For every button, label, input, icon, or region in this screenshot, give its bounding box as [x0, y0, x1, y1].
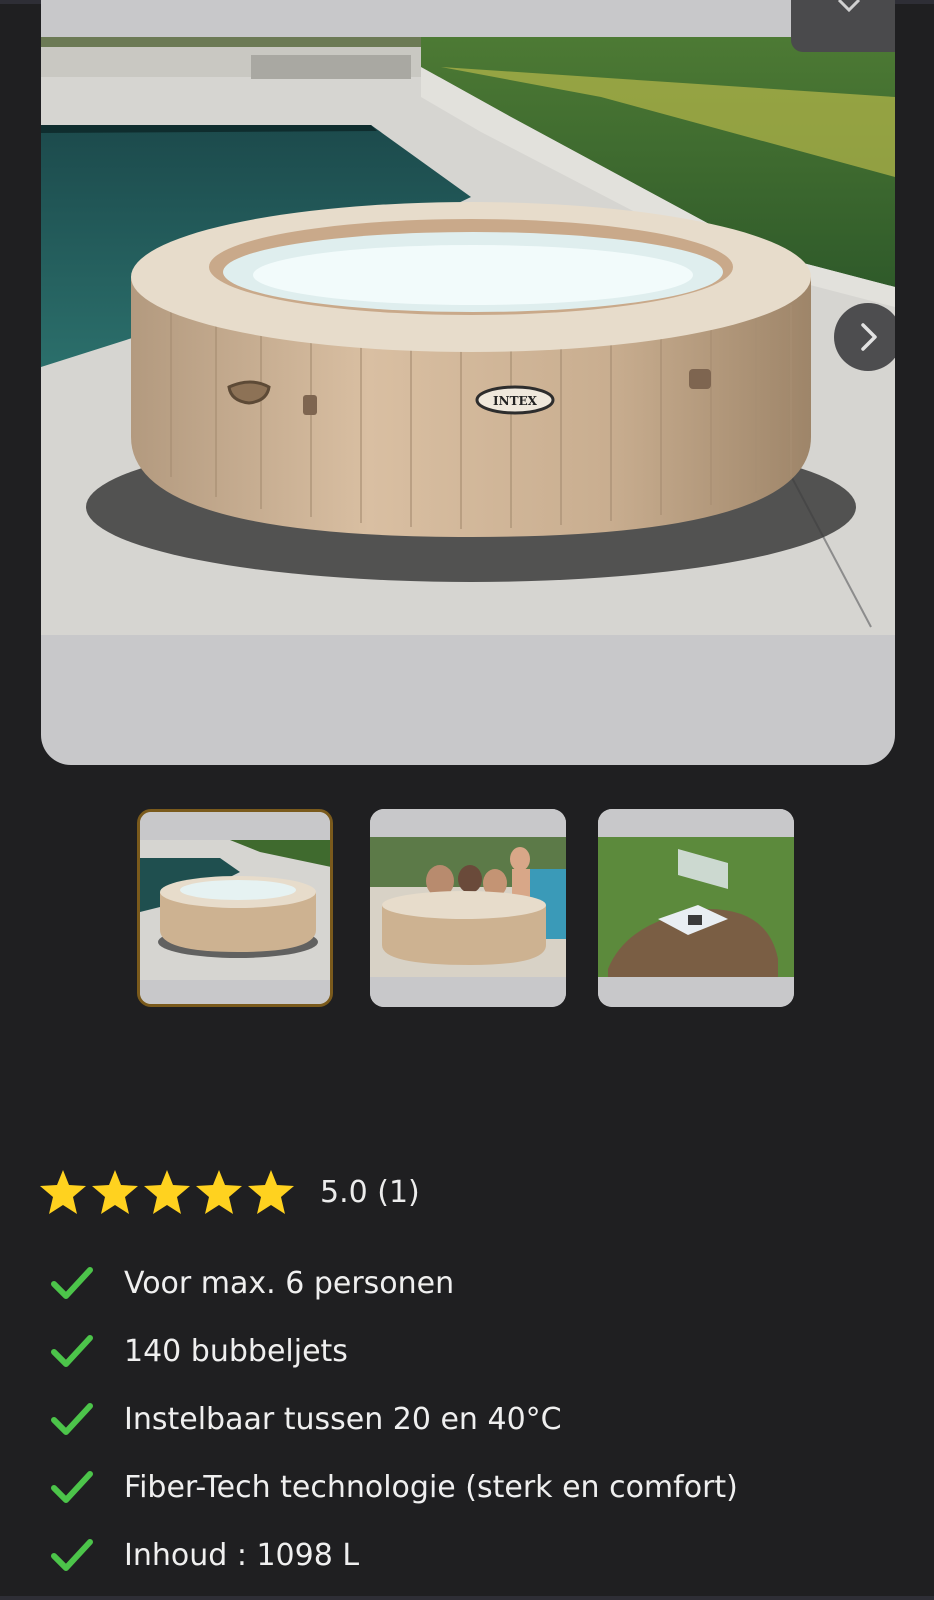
- product-gallery: INTEX: [41, 0, 895, 765]
- star-icon: [144, 1170, 190, 1214]
- thumbnail-3[interactable]: [598, 809, 794, 1007]
- list-item: Fiber-Tech technologie (sterk en comfort…: [50, 1462, 910, 1512]
- feature-label: Fiber-Tech technologie (sterk en comfort…: [124, 1469, 738, 1505]
- hot-tub-photo: INTEX: [41, 37, 895, 635]
- hot-tub-with-people-thumbnail: [370, 809, 566, 1007]
- collapse-button[interactable]: [791, 0, 895, 52]
- check-icon: [50, 1535, 96, 1575]
- star-icon: [248, 1170, 294, 1214]
- check-icon: [50, 1263, 96, 1303]
- bottom-edge-divider: [0, 1596, 934, 1600]
- check-icon: [50, 1399, 96, 1439]
- check-icon: [50, 1331, 96, 1371]
- brand-logo: INTEX: [493, 394, 538, 408]
- chevron-right-icon: [861, 323, 877, 351]
- feature-label: Instelbaar tussen 20 en 40°C: [124, 1401, 562, 1437]
- star-icon: [40, 1170, 86, 1214]
- star-rating: [38, 1168, 296, 1216]
- check-icon: [50, 1467, 96, 1507]
- thumbnail-1[interactable]: [137, 809, 333, 1007]
- chevron-down-icon: [837, 0, 861, 13]
- main-product-image[interactable]: INTEX: [41, 37, 895, 635]
- next-image-button[interactable]: [834, 303, 895, 371]
- list-item: Voor max. 6 personen: [50, 1258, 910, 1308]
- thumbnail-strip: [0, 809, 934, 1013]
- thumbnail-2[interactable]: [370, 809, 566, 1007]
- hot-tub-poolside-thumbnail: [140, 812, 330, 1004]
- rating-score[interactable]: 5.0 (1): [320, 1175, 420, 1210]
- product-rating: 5.0 (1): [38, 1165, 420, 1219]
- hot-tub-cover-on-lawn-thumbnail: [598, 809, 794, 1007]
- list-item: Inhoud : 1098 L: [50, 1530, 910, 1580]
- star-icon: [92, 1170, 138, 1214]
- star-icon: [196, 1170, 242, 1214]
- feature-label: 140 bubbeljets: [124, 1333, 348, 1369]
- list-item: 140 bubbeljets: [50, 1326, 910, 1376]
- list-item: Instelbaar tussen 20 en 40°C: [50, 1394, 910, 1444]
- feature-label: Voor max. 6 personen: [124, 1265, 455, 1301]
- feature-label: Inhoud : 1098 L: [124, 1537, 360, 1573]
